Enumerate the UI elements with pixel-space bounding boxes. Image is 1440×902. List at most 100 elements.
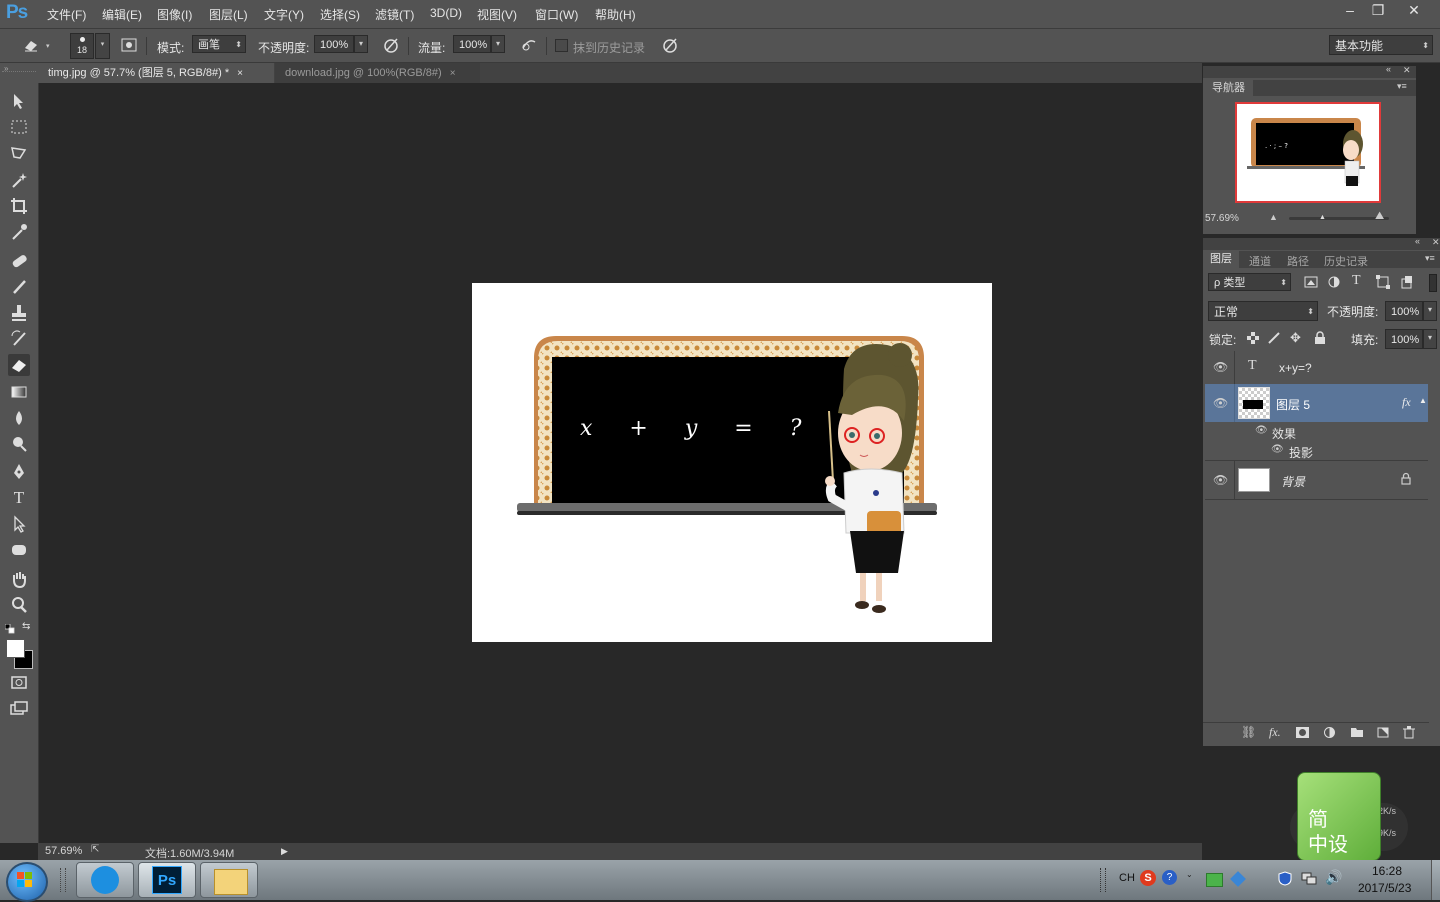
layer-row-background[interactable]: 👁 背景 [1205, 461, 1428, 500]
help-icon[interactable]: ? [1162, 870, 1177, 885]
layer-name[interactable]: 背景 [1281, 473, 1305, 490]
layer-row-layer5-selected[interactable]: 👁 图层 5 fx ▲ [1205, 384, 1428, 423]
tray-cube-icon[interactable] [1230, 871, 1246, 887]
move-tool-icon[interactable] [8, 90, 30, 112]
link-layers-icon[interactable]: ⛓ [1241, 725, 1256, 739]
tab-paths[interactable]: 路径 [1287, 253, 1309, 269]
new-adjustment-icon[interactable] [1323, 726, 1336, 739]
filter-adjustment-icon[interactable] [1327, 275, 1341, 289]
brush-panel-icon[interactable] [120, 36, 138, 54]
tab-history[interactable]: 历史记录 [1324, 253, 1368, 269]
filter-toggle[interactable] [1429, 274, 1437, 292]
pressure-opacity-icon[interactable] [382, 36, 400, 54]
navigator-preview[interactable]: . · ; – ? [1235, 102, 1381, 203]
flow-arrow[interactable]: ▾ [491, 35, 505, 53]
menu-filter[interactable]: 滤镜(T) [375, 6, 414, 23]
eraser-tool-icon[interactable] [8, 354, 30, 376]
menu-edit[interactable]: 编辑(E) [102, 6, 142, 23]
ime-indicator[interactable]: CH [1119, 872, 1135, 884]
taskbar-browser[interactable] [76, 862, 134, 898]
taskbar-explorer[interactable] [200, 862, 258, 898]
visibility-eye-icon[interactable]: 👁 [1213, 360, 1228, 374]
app-widget[interactable]: 简 中设 [1297, 772, 1381, 861]
effects-eye-icon[interactable]: 👁 [1255, 425, 1268, 436]
filter-smart-object-icon[interactable] [1400, 275, 1414, 289]
visibility-eye-icon[interactable]: 👁 [1213, 473, 1228, 487]
layer-name[interactable]: 图层 5 [1276, 396, 1310, 413]
menu-layer[interactable]: 图层(L) [209, 6, 248, 23]
panel-menu-icon[interactable]: ▾≡ [1425, 253, 1435, 264]
restore-button[interactable]: ❐ [1361, 0, 1395, 20]
status-zoom[interactable]: 57.69% [45, 845, 82, 857]
erase-history-checkbox[interactable] [555, 39, 568, 52]
export-icon[interactable]: ⇱ [91, 844, 99, 855]
eyedropper-tool-icon[interactable] [8, 221, 30, 243]
tab-layers[interactable]: 图层 [1203, 251, 1239, 268]
blend-mode-dropdown[interactable]: 正常 ⬍ [1208, 301, 1318, 321]
drop-shadow-eye-icon[interactable]: 👁 [1271, 444, 1284, 455]
layer-filter-dropdown[interactable]: ρ 类型 ⬍ [1208, 273, 1291, 291]
rectangle-tool-icon[interactable] [8, 539, 30, 561]
fx-badge[interactable]: fx [1402, 395, 1411, 410]
security-shield-icon[interactable] [1278, 871, 1292, 886]
marquee-tool-icon[interactable] [8, 116, 30, 138]
pen-tool-icon[interactable] [8, 461, 30, 483]
panel-menu-icon[interactable]: ▾≡ [1397, 81, 1407, 92]
add-mask-icon[interactable] [1296, 727, 1309, 738]
effects-expand-icon[interactable]: ▲ [1419, 396, 1427, 405]
clock-date[interactable]: 2017/5/23 [1358, 881, 1411, 895]
pressure-size-icon[interactable] [661, 36, 679, 54]
menu-file[interactable]: 文件(F) [47, 6, 86, 23]
network-icon[interactable] [1301, 872, 1317, 886]
menu-help[interactable]: 帮助(H) [595, 6, 636, 23]
drop-shadow-label[interactable]: 投影 [1289, 444, 1313, 461]
brush-picker-arrow[interactable]: ▾ [95, 33, 110, 59]
type-tool-icon[interactable]: T [8, 487, 30, 509]
zoom-in-icon[interactable]: ⛰ [1375, 210, 1384, 223]
eraser-tool-icon[interactable] [22, 36, 40, 54]
layer-opacity-arrow[interactable]: ▾ [1423, 301, 1437, 321]
tray-expand-icon[interactable]: ⌄ [1186, 870, 1193, 879]
close-window-button[interactable]: ✕ [1394, 0, 1434, 20]
lasso-tool-icon[interactable] [8, 142, 30, 164]
clone-stamp-tool-icon[interactable] [8, 302, 30, 324]
airbrush-icon[interactable] [520, 36, 538, 54]
gradient-tool-icon[interactable] [8, 381, 30, 403]
layer-row-text[interactable]: 👁 T x+y=? [1205, 351, 1428, 385]
healing-brush-tool-icon[interactable] [8, 250, 30, 272]
menu-3d[interactable]: 3D(D) [430, 6, 462, 20]
hand-tool-icon[interactable] [8, 568, 30, 590]
volume-icon[interactable]: 🔊 [1325, 869, 1342, 886]
close-tab-icon[interactable]: × [450, 68, 456, 79]
toolbar-grip[interactable] [2, 71, 36, 74]
menu-select[interactable]: 选择(S) [320, 6, 360, 23]
fill-input[interactable]: 100% [1385, 329, 1423, 349]
clock-time[interactable]: 16:28 [1372, 864, 1402, 878]
fill-arrow[interactable]: ▾ [1423, 329, 1437, 349]
lock-all-icon[interactable] [1314, 331, 1326, 345]
crop-tool-icon[interactable] [8, 195, 30, 217]
filter-shape-icon[interactable] [1376, 275, 1390, 289]
path-selection-tool-icon[interactable] [8, 513, 30, 535]
new-group-icon[interactable] [1350, 726, 1364, 738]
layer-opacity-input[interactable]: 100% [1385, 301, 1423, 321]
show-desktop-button[interactable] [1431, 860, 1440, 900]
slider-thumb[interactable]: ▲ [1319, 214, 1327, 222]
opacity-arrow[interactable]: ▾ [354, 35, 368, 53]
tab-timg[interactable]: timg.jpg @ 57.7% (图层 5, RGB/8#) * × [38, 63, 274, 83]
opacity-input[interactable]: 100% [314, 35, 354, 53]
menu-image[interactable]: 图像(I) [157, 6, 192, 23]
zoom-out-icon[interactable]: ▲ [1269, 212, 1278, 222]
default-colors-icon[interactable] [4, 623, 15, 634]
tray-app-icon[interactable] [1206, 873, 1223, 887]
collapse-panel-icon[interactable]: « [1415, 236, 1420, 246]
quick-mask-icon[interactable] [8, 671, 30, 693]
lock-position-icon[interactable]: ✥ [1290, 330, 1301, 346]
flow-input[interactable]: 100% [453, 35, 491, 53]
close-panel-icon[interactable]: ✕ [1403, 65, 1411, 76]
status-menu-arrow-icon[interactable]: ▶ [281, 846, 288, 857]
navigator-zoom[interactable]: 57.69% [1205, 213, 1239, 224]
foreground-color-swatch[interactable] [6, 639, 25, 658]
menu-window[interactable]: 窗口(W) [535, 6, 578, 23]
start-button[interactable] [6, 862, 48, 902]
